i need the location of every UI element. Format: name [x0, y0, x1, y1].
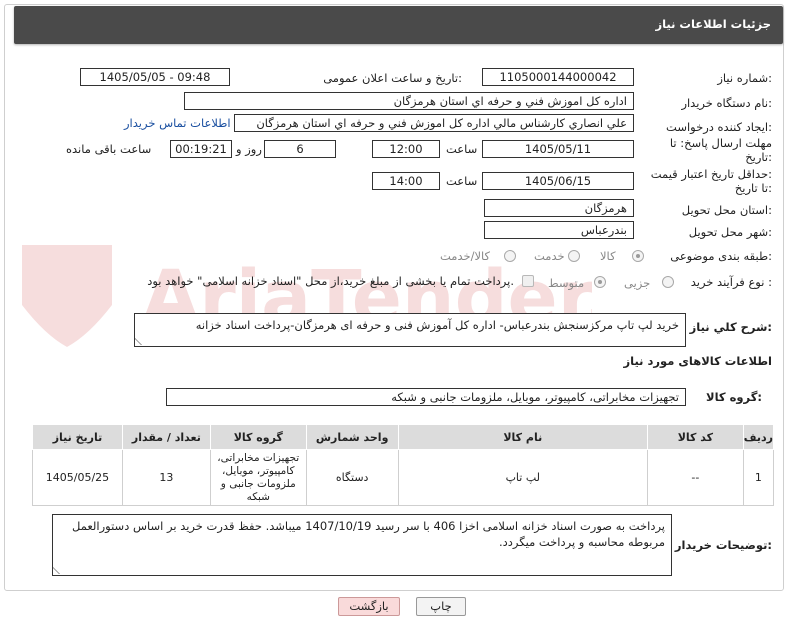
process-label: نوع فرآیند خرید :: [690, 275, 772, 289]
col-date: تاریخ نیاز: [32, 424, 123, 450]
cell-date: 1405/05/25: [32, 449, 123, 506]
print-button[interactable]: چاپ: [416, 597, 466, 616]
province-label: استان محل تحویل:: [681, 203, 772, 217]
buyer-org-label: نام دستگاه خریدار:: [681, 96, 772, 110]
need-number-field: 1105000144000042: [482, 68, 634, 86]
validity-time-field: 14:00: [372, 172, 440, 190]
deadline-label-date: تاریخ:: [745, 150, 772, 164]
buyer-org-field: اداره کل اموزش فني و حرفه اي استان هرمزگ…: [184, 92, 634, 110]
cell-quantity: 13: [121, 449, 211, 506]
announce-field: 1405/05/05 - 09:48: [80, 68, 230, 86]
table-row: 1 -- لپ تاپ دستگاه تجهیزات مخابراتی، کام…: [32, 449, 775, 506]
category-radio-service[interactable]: [568, 250, 580, 262]
table-header-row: ردیف کد کالا نام کالا واحد شمارش گروه کا…: [32, 424, 775, 450]
days-field: 6: [264, 140, 336, 158]
col-row: ردیف: [742, 424, 775, 450]
cell-row: 1: [742, 449, 775, 506]
category-option-goods: کالا: [600, 249, 616, 263]
contact-info-link[interactable]: اطلاعات تماس خریدار: [124, 116, 231, 130]
validity-date-field: 1405/06/15: [482, 172, 634, 190]
creator-field: علي انصاري کارشناس مالي اداره کل اموزش ف…: [234, 114, 634, 132]
buyer-notes-label: توضیحات خریدار:: [674, 538, 772, 552]
cell-unit: دستگاه: [305, 449, 399, 506]
treasury-checkbox[interactable]: [522, 275, 534, 287]
validity-label-date: تا تاریخ:: [734, 181, 772, 195]
deadline-date-field: 1405/05/11: [482, 140, 634, 158]
process-option-minor: جزیی: [624, 276, 651, 290]
back-button[interactable]: بازگشت: [338, 597, 400, 616]
process-option-medium: متوسط: [548, 276, 585, 290]
deadline-label: مهلت ارسال پاسخ: تا: [669, 136, 772, 150]
description-textarea[interactable]: خرید لپ تاپ مرکزسنجش بندرعباس- اداره کل …: [134, 313, 686, 347]
remaining-time-field: 00:19:21: [170, 140, 232, 158]
page-header: جزئیات اطلاعات نیاز: [14, 6, 783, 44]
validity-time-label: ساعت: [446, 174, 478, 188]
goods-section-title: اطلاعات کالاهای مورد نیاز: [623, 354, 772, 368]
cell-name: لپ تاپ: [397, 449, 648, 506]
process-radio-minor[interactable]: [662, 276, 674, 288]
category-radio-goods-service[interactable]: [504, 250, 516, 262]
col-group: گروه کالا: [209, 424, 307, 450]
page-title: جزئیات اطلاعات نیاز: [655, 17, 771, 31]
resize-grip-icon[interactable]: [135, 337, 149, 345]
buyer-notes-textarea[interactable]: پرداخت به صورت اسناد خزانه اسلامی اخزا 4…: [52, 514, 672, 576]
remaining-label: ساعت باقی مانده: [66, 142, 152, 156]
cell-code: --: [646, 449, 744, 506]
col-quantity: تعداد / مقدار: [121, 424, 211, 450]
resize-grip-icon[interactable]: [53, 566, 67, 574]
deadline-time-field: 12:00: [372, 140, 440, 158]
col-code: کد کالا: [646, 424, 744, 450]
col-unit: واحد شمارش: [305, 424, 399, 450]
category-label: طبقه بندی موضوعی:: [670, 249, 772, 263]
announce-label: تاریخ و ساعت اعلان عمومی:: [323, 71, 462, 85]
goods-table: ردیف کد کالا نام کالا واحد شمارش گروه کا…: [32, 424, 775, 506]
treasury-note: پرداخت تمام یا بخشی از مبلغ خرید،از محل …: [147, 274, 514, 288]
buyer-notes-text: پرداخت به صورت اسناد خزانه اسلامی اخزا 4…: [71, 519, 665, 549]
province-field: هرمزگان: [484, 199, 634, 217]
creator-label: ایجاد کننده درخواست:: [666, 120, 772, 134]
goods-group-field: تجهیزات مخابراتی، کامپیوتر، موبایل، ملزو…: [166, 388, 686, 406]
description-text: خرید لپ تاپ مرکزسنجش بندرعباس- اداره کل …: [195, 318, 679, 332]
days-label: روز و: [236, 142, 262, 156]
description-label: شرح کلي نياز:: [689, 320, 772, 334]
deadline-time-label: ساعت: [446, 142, 478, 156]
city-label: شهر محل تحویل:: [688, 225, 772, 239]
goods-group-label: گروه کالا:: [706, 390, 762, 404]
category-option-goods-service: کالا/خدمت: [440, 249, 491, 263]
validity-label: حداقل تاریخ اعتبار قیمت:: [650, 167, 772, 181]
process-radio-medium[interactable]: [594, 276, 606, 288]
category-option-service: خدمت: [534, 249, 565, 263]
need-number-label: شماره نیاز:: [717, 71, 772, 85]
col-name: نام کالا: [397, 424, 648, 450]
cell-group: تجهیزات مخابراتی، کامپیوتر، موبایل، ملزو…: [209, 449, 307, 506]
city-field: بندرعباس: [484, 221, 634, 239]
category-radio-goods[interactable]: [632, 250, 644, 262]
